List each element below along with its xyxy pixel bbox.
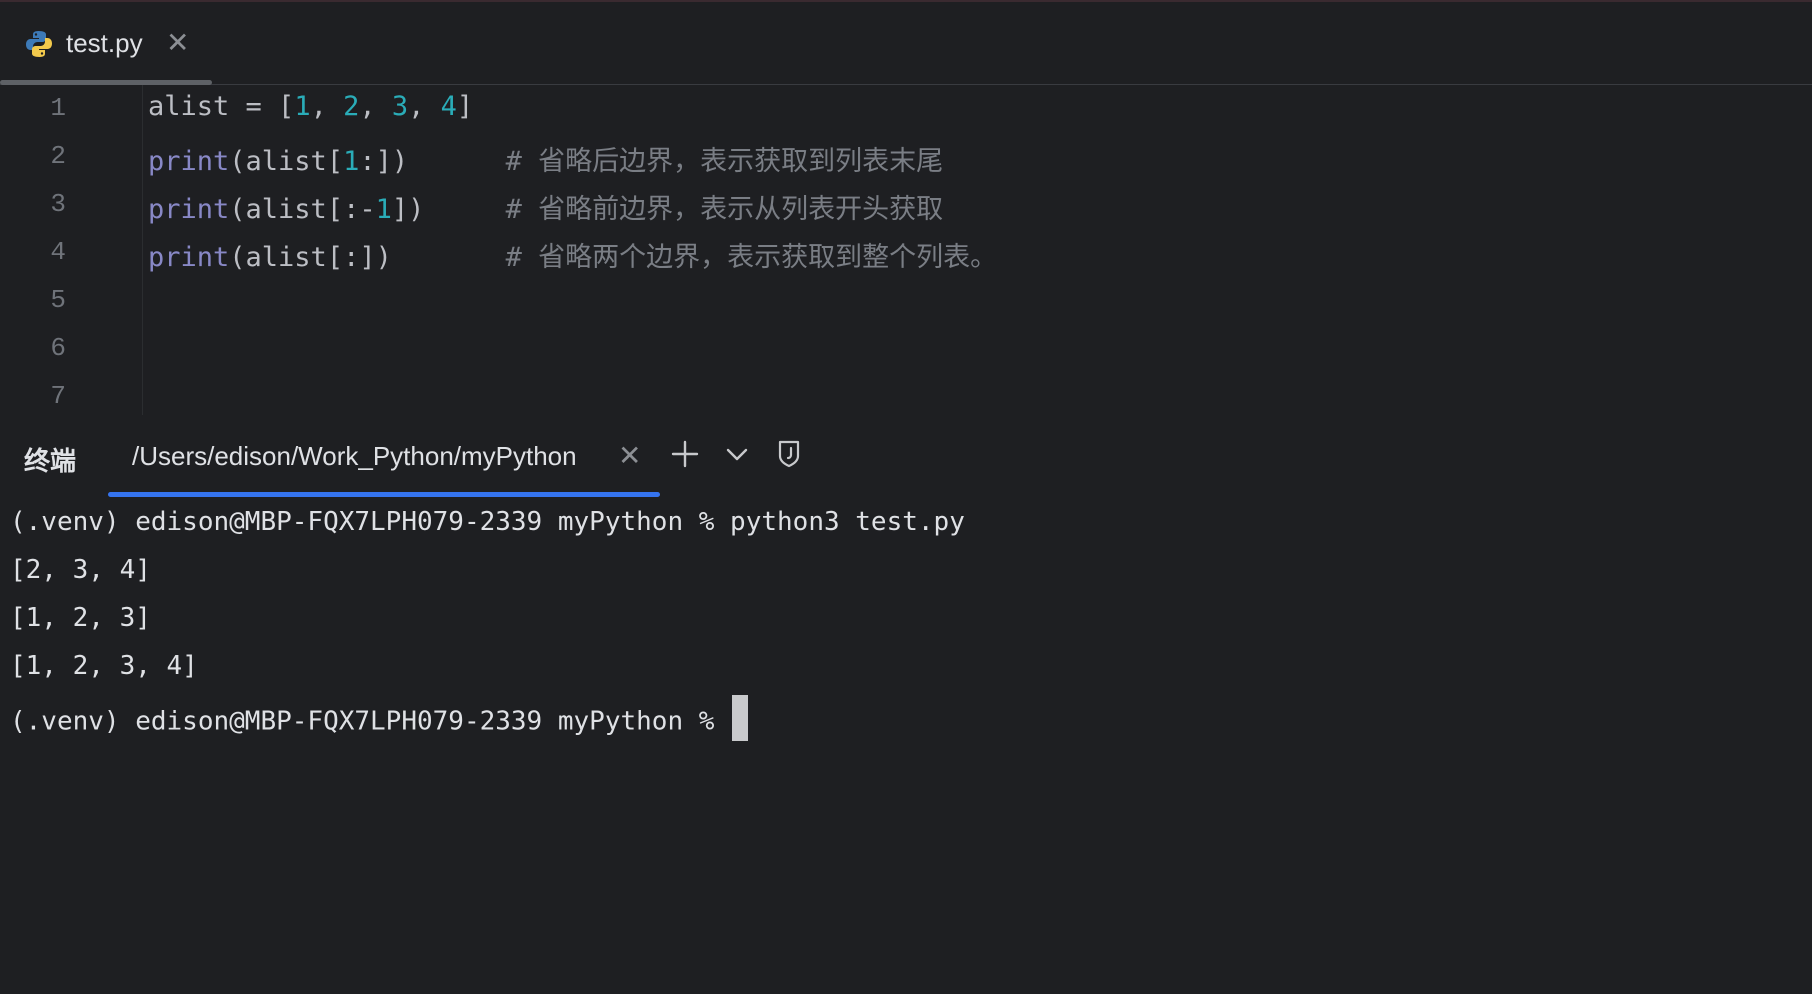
code-keyword: print — [148, 194, 230, 225]
terminal-tab-label: /Users/edison/Work_Python/myPython — [132, 441, 577, 471]
code-keyword: print — [148, 242, 230, 273]
line-number: 6 — [50, 333, 66, 363]
code-line[interactable]: alist = [1, 2, 3, 4] — [148, 91, 473, 122]
editor-tab-label: test.py — [66, 28, 143, 58]
line-number: 5 — [50, 285, 66, 315]
terminal-line: (.venv) edison@MBP-FQX7LPH079-2339 myPyt… — [10, 507, 965, 537]
code-keyword: print — [148, 146, 230, 177]
code-text: ] — [456, 91, 474, 122]
code-text: (alist[:]) — [229, 242, 506, 273]
code-comment: # 省略前边界，表示从列表开头获取 — [505, 194, 944, 225]
code-text: (alist[:- — [229, 194, 376, 225]
chevron-down-icon[interactable] — [720, 437, 754, 471]
terminal-panel-title: 终端 — [24, 446, 77, 476]
terminal-prompt: (.venv) edison@MBP-FQX7LPH079-2339 myPyt… — [10, 706, 731, 737]
code-number: 1 — [294, 91, 311, 122]
code-number: 3 — [391, 91, 409, 122]
line-number: 1 — [50, 93, 66, 123]
line-number: 3 — [50, 189, 66, 219]
code-text: , — [359, 91, 392, 122]
close-icon[interactable]: ✕ — [166, 26, 189, 59]
code-comment: # 省略后边界，表示获取到列表末尾 — [505, 146, 944, 177]
editor-tab-bar: test.py ✕ — [0, 2, 1812, 85]
line-number: 4 — [50, 237, 66, 267]
code-comment: # 省略两个边界，表示获取到整个列表。 — [505, 242, 998, 273]
code-text: , — [310, 91, 344, 122]
code-number: 4 — [440, 91, 457, 122]
terminal-toolbar: 终端 /Users/edison/Work_Python/myPython ✕ — [0, 415, 1812, 497]
code-line[interactable]: print(alist[1:]) # 省略后边界，表示获取到列表末尾 — [148, 139, 943, 178]
code-number: 1 — [343, 146, 360, 177]
python-file-icon — [24, 29, 54, 59]
code-text: , — [408, 91, 441, 122]
code-line[interactable]: print(alist[:]) # 省略两个边界，表示获取到整个列表。 — [148, 235, 997, 274]
terminal-line: [1, 2, 3] — [10, 603, 151, 633]
code-number: 1 — [375, 194, 392, 225]
terminal-prompt-line[interactable]: (.venv) edison@MBP-FQX7LPH079-2339 myPyt… — [10, 695, 749, 745]
code-text: (alist[ — [229, 146, 344, 177]
close-icon[interactable]: ✕ — [618, 439, 641, 472]
line-number: 2 — [50, 141, 66, 171]
plus-icon[interactable] — [668, 437, 702, 471]
code-text: ]) — [391, 194, 506, 225]
terminal-line: [1, 2, 3, 4] — [10, 651, 198, 681]
editor-tab-test-py[interactable]: test.py ✕ — [0, 2, 212, 84]
code-editor[interactable]: 1 2 3 4 5 6 7 alist = [1, 2, 3, 4] print… — [0, 85, 1812, 415]
code-text: alist = [ — [148, 91, 295, 122]
shield-icon[interactable] — [772, 437, 806, 471]
text-cursor — [732, 695, 749, 741]
terminal-tab[interactable]: /Users/edison/Work_Python/myPython ✕ — [108, 415, 660, 497]
code-text: :]) — [359, 146, 506, 177]
terminal-line: [2, 3, 4] — [10, 555, 151, 585]
line-number: 7 — [50, 381, 66, 411]
line-number-gutter: 1 2 3 4 5 6 7 — [0, 85, 143, 415]
code-line[interactable]: print(alist[:-1]) # 省略前边界，表示从列表开头获取 — [148, 187, 943, 226]
code-number: 2 — [343, 91, 360, 122]
terminal-output[interactable]: (.venv) edison@MBP-FQX7LPH079-2339 myPyt… — [0, 497, 1812, 994]
